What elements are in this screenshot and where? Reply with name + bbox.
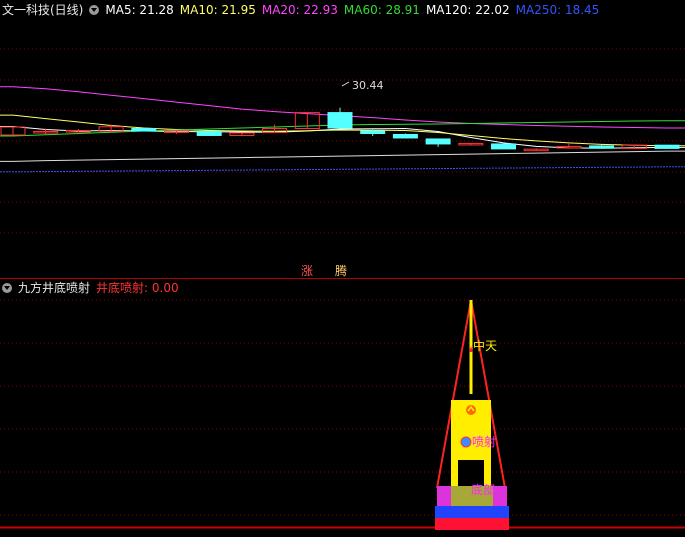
candle [196,130,222,136]
high-annotation-arrow [341,81,350,87]
high-annotation-label: 30.44 [352,79,384,92]
signal-tag: 涨 [301,263,313,278]
candle-body [360,130,386,134]
candle [164,130,189,134]
well-base-red [435,518,509,530]
jet-icon [460,436,472,448]
candle [654,144,680,149]
candle [458,142,484,146]
candle [491,143,516,150]
signal-tag: 腾 [335,263,347,278]
candle [0,126,26,136]
ma-line-ma120 [0,150,685,162]
candle [327,107,353,129]
well-base-magenta-left [437,486,451,506]
candle [131,127,157,132]
candle-body [654,144,680,149]
candle-body [425,138,451,145]
candle-body [491,143,516,150]
label-zhongtian: 中天 [473,338,497,353]
candle [523,148,549,152]
candle-body [392,133,418,139]
label-dibu: 底部 [471,482,495,497]
well-base-magenta-right [493,486,507,506]
candle [65,129,91,133]
candle-body [589,145,615,149]
candle-body [327,112,353,129]
candle [425,138,451,147]
candle-body [131,128,157,132]
label-penshe: 喷射 [472,434,496,449]
candle [229,132,255,136]
candle-body [196,130,222,136]
candle [621,144,647,149]
well-base-blue [435,506,509,518]
chart-canvas: 30.44 涨 腾中天喷射底部 [0,48,685,530]
candle [392,133,418,139]
ma-line-ma250 [0,166,685,173]
